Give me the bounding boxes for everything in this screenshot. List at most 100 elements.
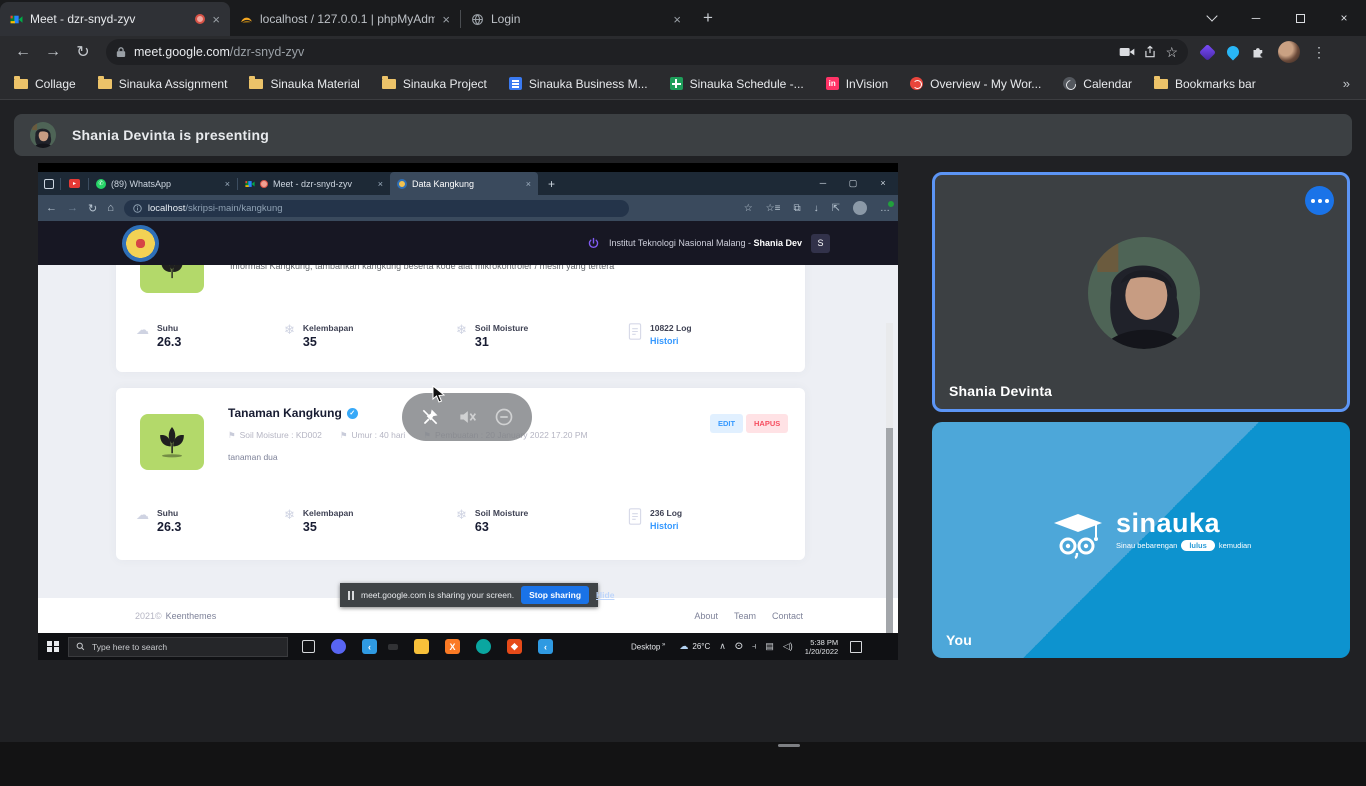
tab-close-icon[interactable]: × — [673, 13, 681, 26]
browser-tabstrip: Meet - dzr-snyd-zyv × localhost / 127.0.… — [0, 0, 1366, 36]
tile-self[interactable]: sinauka Sinau bebarengan lulus kemudian … — [932, 422, 1350, 658]
back-icon: ← — [46, 202, 57, 214]
tray-network-icon: ⫞ — [752, 641, 757, 652]
camera-in-use-icon[interactable] — [1119, 46, 1135, 58]
hide-link: Hide — [596, 590, 614, 600]
tab-close-icon[interactable]: × — [442, 13, 450, 26]
address-bar[interactable]: meet.google.com/dzr-snyd-zyv ☆ — [106, 39, 1188, 65]
tab-meet[interactable]: Meet - dzr-snyd-zyv × — [0, 2, 230, 36]
back-button[interactable]: ← — [8, 43, 38, 61]
folder-icon — [249, 79, 263, 89]
edge-toolbar-icons: ☆ ☆≡ ⧉ ↓ ⇱ … — [744, 201, 890, 215]
lock-icon — [116, 46, 126, 58]
shared-windows-taskbar: Type here to search ‹ X ◆ ‹ Desktop » ☁ … — [38, 633, 898, 660]
extension-drop-icon[interactable] — [1225, 44, 1242, 61]
phpmyadmin-favicon — [240, 13, 253, 26]
file-icon — [628, 508, 642, 525]
xampp-icon: X — [445, 639, 460, 654]
presenting-banner: Shania Devinta is presenting — [14, 114, 1352, 156]
url-host: meet.google.com — [134, 45, 230, 59]
edge-profile-avatar — [853, 201, 867, 215]
folder-icon — [1154, 79, 1168, 89]
bookmark-collage[interactable]: Collage — [14, 77, 76, 91]
new-tab-button[interactable]: + — [703, 8, 713, 28]
invision-icon: in — [826, 77, 839, 90]
stat-log: 10822 LogHistori — [628, 323, 692, 346]
brand-text: Institut Teknologi Nasional Malang - Sha… — [609, 238, 802, 248]
bookmark-sinauka-project[interactable]: Sinauka Project — [382, 77, 487, 91]
window-close-button[interactable]: × — [1322, 0, 1366, 36]
tab-phpmyadmin[interactable]: localhost / 127.0.0.1 | phpMyAdm × — [230, 2, 460, 36]
tray-speaker-icon: ◁) — [783, 641, 793, 652]
profile-avatar[interactable] — [1278, 41, 1300, 63]
bookmark-invision[interactable]: inInVision — [826, 77, 888, 91]
tab-title: Login — [491, 12, 666, 26]
file-icon — [628, 323, 642, 340]
flag-icon: ⚑ — [340, 430, 348, 440]
tab-close-icon[interactable]: × — [212, 13, 220, 26]
shared-address-bar: localhost/skripsi-main/kangkung — [124, 200, 629, 217]
shared-window-controls: ─▢× — [808, 178, 898, 189]
bookmark-bookmarks-bar[interactable]: Bookmarks bar — [1154, 77, 1256, 91]
verified-badge-icon: ✓ — [347, 408, 358, 419]
leaf-icon — [140, 414, 204, 470]
tab-login[interactable]: Login × — [461, 2, 691, 36]
stat-kelembapan: ❄ Kelembapan35 — [284, 508, 353, 534]
extensions-puzzle-icon[interactable] — [1251, 45, 1266, 60]
pause-icon — [348, 591, 354, 600]
whatsapp-icon: ✆ — [96, 179, 106, 189]
window-maximize-button[interactable] — [1278, 0, 1322, 36]
bookmark-sinauka-assignment[interactable]: Sinauka Assignment — [98, 77, 228, 91]
tile-options-button[interactable] — [1305, 186, 1334, 215]
site-favicon — [397, 179, 407, 189]
favorites-star-icon: ☆ — [744, 203, 753, 214]
stop-sharing-button: Stop sharing — [521, 586, 589, 604]
extension-layers-icon[interactable] — [1199, 44, 1216, 61]
start-button-icon — [38, 641, 68, 653]
sinauka-wordmark: sinauka — [1116, 510, 1251, 536]
cloud-icon: ☁ — [136, 508, 149, 522]
bookmark-star-icon[interactable]: ☆ — [1165, 44, 1178, 61]
presenter-name-label: Shania Devinta — [949, 383, 1052, 399]
bookmark-sinauka-material[interactable]: Sinauka Material — [249, 77, 359, 91]
tag-umur: ⚑Umur : 40 hari — [340, 430, 405, 441]
window-minimize-button[interactable]: ─ — [1234, 0, 1278, 36]
edge-active-icon — [388, 644, 398, 650]
bookmark-overview[interactable]: Overview - My Wor... — [910, 77, 1041, 91]
shared-tab-meet: Meet - dzr-snyd-zyv × — [238, 172, 390, 195]
downloads-icon: ↓ — [814, 203, 819, 214]
user-initial-avatar: S — [811, 234, 830, 253]
bookmarks-overflow-icon[interactable]: » — [1343, 76, 1350, 91]
edit-button: EDIT — [710, 414, 743, 433]
reload-button[interactable]: ↻ — [68, 42, 98, 62]
footer-link-about: About — [694, 611, 718, 621]
stat-suhu: ☁ Suhu26.3 — [136, 508, 181, 534]
bookmark-calendar[interactable]: Calendar — [1063, 77, 1132, 91]
unpin-icon[interactable] — [420, 407, 440, 427]
bookmark-sinauka-schedule[interactable]: Sinauka Schedule -... — [670, 77, 804, 91]
url-path: /dzr-snyd-zyv — [230, 45, 304, 59]
browser-toolbar: ← → ↻ meet.google.com/dzr-snyd-zyv ☆ ⋮ — [0, 36, 1366, 68]
bookmark-sinauka-business[interactable]: Sinauka Business M... — [509, 77, 648, 91]
copyright-brand: Keenthemes — [166, 611, 217, 621]
share-icon[interactable] — [1143, 45, 1157, 59]
histori-link: Histori — [650, 336, 692, 346]
tile-presenter[interactable]: Shania Devinta — [932, 172, 1350, 412]
stat-soil-moisture: ❄ Soil Moisture31 — [456, 323, 528, 349]
window-chevron-icon[interactable] — [1190, 0, 1234, 36]
remove-from-call-icon[interactable] — [494, 407, 514, 427]
overview-icon — [910, 77, 923, 90]
presenter-photo-avatar — [1088, 237, 1200, 349]
share-message: meet.google.com is sharing your screen. — [361, 590, 514, 600]
taskbar-clock: 5:38 PM1/20/2022 — [805, 638, 838, 656]
youtube-pinned-tab-icon: ▸ — [69, 179, 80, 188]
flag-icon: ⚑ — [228, 430, 236, 440]
meet-control-bar: 5:40 PM dzr-snyd-zyv CC 3 — [0, 660, 1366, 742]
shared-url-host: localhost — [148, 203, 186, 214]
extensions-area: ⋮ — [1200, 41, 1326, 63]
folder-icon — [98, 79, 112, 89]
volume-off-icon[interactable] — [457, 407, 477, 427]
browser-menu-icon[interactable]: ⋮ — [1312, 44, 1326, 61]
forward-button[interactable]: → — [38, 43, 68, 61]
tile-hover-controls — [402, 393, 532, 441]
